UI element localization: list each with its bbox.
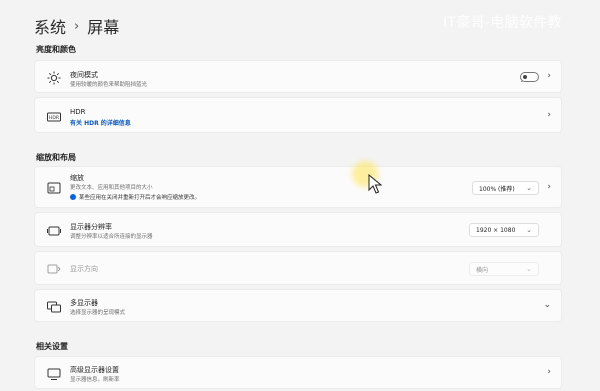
scale-dropdown-value: 100% (推荐)	[479, 185, 515, 193]
scale-desc: 更改文本、应用和其他项目的大小	[70, 185, 153, 191]
resolution-title: 显示器分辨率	[70, 223, 112, 231]
chevron-right-icon[interactable]: ›	[547, 367, 551, 377]
night-light-toggle[interactable]	[520, 72, 539, 82]
mouse-pointer-icon	[368, 174, 382, 194]
orientation-icon	[47, 262, 61, 276]
scale-card[interactable]: 缩放 更改文本、应用和其他项目的大小 某些应用在关闭并重新打开后才会响应缩放更改…	[34, 166, 562, 208]
night-light-desc: 使用较暖的颜色来帮助阻挡蓝光	[70, 82, 148, 88]
monitor-icon	[47, 367, 61, 381]
advanced-display-desc: 显示器信息，刷新率	[70, 377, 120, 383]
night-light-card[interactable]: 夜间模式 使用较暖的颜色来帮助阻挡蓝光 关 ›	[34, 60, 562, 93]
breadcrumb-separator: ›	[74, 18, 80, 34]
hdr-icon: HDR	[47, 110, 61, 124]
resolution-icon	[47, 224, 61, 238]
scale-warning-text: 某些应用在关闭并重新打开后才会响应缩放更改。	[79, 195, 201, 201]
chevron-right-icon[interactable]: ›	[547, 71, 551, 81]
chevron-down-icon: ⌄	[526, 226, 532, 234]
multi-display-title: 多显示器	[70, 299, 98, 307]
section-title-related: 相关设置	[36, 342, 68, 351]
advanced-display-title: 高级显示器设置	[70, 366, 119, 374]
chevron-right-icon[interactable]: ›	[547, 182, 551, 192]
sun-icon	[47, 71, 61, 85]
breadcrumb-parent[interactable]: 系统	[34, 14, 66, 38]
page-title: 屏幕	[87, 18, 120, 37]
svg-text:HDR: HDR	[49, 115, 59, 121]
section-title-scale-layout: 缩放和布局	[36, 153, 76, 162]
orientation-dropdown: 横向 ⌄	[469, 262, 539, 276]
hdr-title: HDR	[70, 108, 86, 116]
resolution-dropdown-value: 1920 × 1080	[476, 226, 516, 234]
night-light-title: 夜间模式	[70, 71, 98, 79]
chevron-right-icon[interactable]: ›	[547, 110, 551, 120]
resolution-dropdown[interactable]: 1920 × 1080 ⌄	[469, 223, 539, 237]
hdr-card[interactable]: HDR HDR 有关 HDR 的详细信息 ›	[34, 97, 562, 133]
scale-dropdown[interactable]: 100% (推荐) ⌄	[472, 181, 539, 195]
breadcrumb: 系统 › 屏幕	[34, 14, 119, 38]
advanced-display-card[interactable]: 高级显示器设置 显示器信息，刷新率 ›	[34, 356, 562, 389]
hdr-info-link[interactable]: 有关 HDR 的详细信息	[70, 118, 131, 127]
watermark-text: IT豪哥-电脑软件教	[443, 15, 562, 31]
multi-display-card[interactable]: 多显示器 选择显示器的呈现模式 ⌄	[34, 289, 562, 322]
resolution-card[interactable]: 显示器分辨率 调整分辨率以适合所连接的显示器 1920 × 1080 ⌄	[34, 212, 562, 247]
chevron-down-icon: ⌄	[526, 265, 532, 273]
multi-display-icon	[47, 300, 61, 314]
section-title-brightness: 亮度和颜色	[36, 45, 76, 54]
scale-title: 缩放	[70, 174, 84, 182]
scale-warning: 某些应用在关闭并重新打开后才会响应缩放更改。	[70, 193, 200, 201]
orientation-card: 显示方向 横向 ⌄	[34, 251, 562, 285]
orientation-title: 显示方向	[70, 265, 98, 273]
orientation-dropdown-value: 横向	[476, 266, 489, 274]
multi-display-desc: 选择显示器的呈现模式	[70, 310, 126, 316]
chevron-down-icon[interactable]: ⌄	[543, 300, 551, 310]
scale-icon	[47, 181, 61, 195]
resolution-desc: 调整分辨率以适合所连接的显示器	[70, 234, 153, 240]
chevron-down-icon: ⌄	[526, 184, 532, 192]
info-icon	[70, 194, 76, 200]
